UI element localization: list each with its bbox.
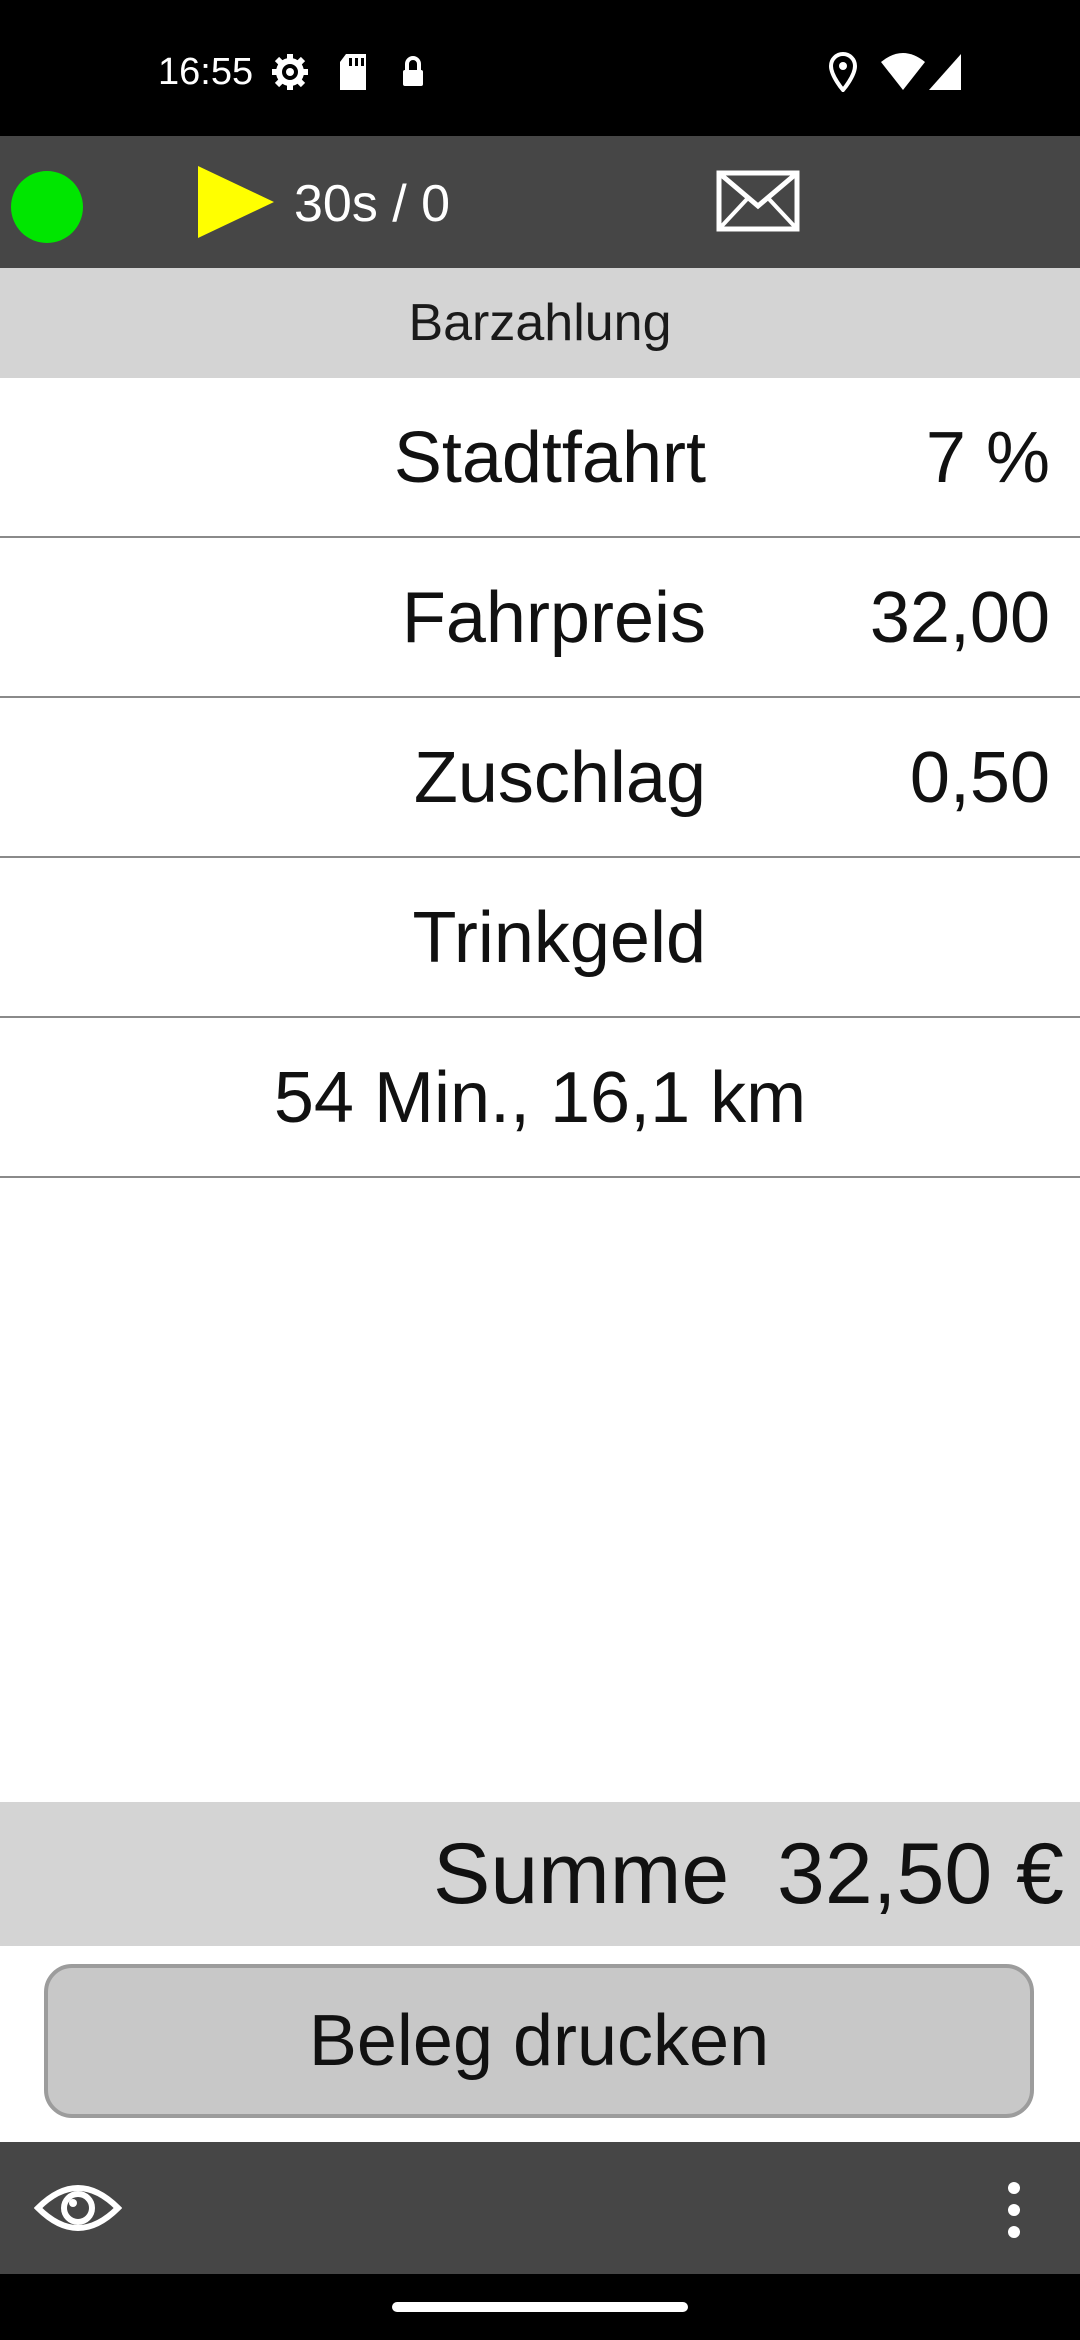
fare-row-zuschlag[interactable]: Zuschlag 0,50: [0, 698, 1080, 858]
home-indicator[interactable]: [392, 2302, 688, 2312]
location-icon: [828, 52, 858, 92]
row-label: Trinkgeld: [412, 898, 706, 978]
fare-row-stadtfahrt[interactable]: Stadtfahrt 7 %: [0, 378, 1080, 538]
status-dot-icon: [11, 171, 83, 243]
eye-icon[interactable]: [34, 2176, 122, 2240]
row-label: Stadtfahrt: [393, 418, 706, 498]
sd-card-icon: [340, 54, 366, 90]
trip-info: 54 Min., 16,1 km: [273, 1058, 807, 1138]
row-value: 32,00: [869, 578, 1050, 658]
row-label: Zuschlag: [413, 738, 706, 818]
navigation-bar: [0, 2274, 1080, 2340]
toolbar: 30s / 0: [0, 136, 1080, 268]
bottom-bar: [0, 2142, 1080, 2274]
timer-text: 30s / 0: [294, 175, 451, 233]
status-bar: 16:55: [0, 0, 1080, 136]
fare-row-fahrpreis[interactable]: Fahrpreis 32,00: [0, 538, 1080, 698]
wifi-icon: [881, 53, 925, 90]
total-bar: Summe 32,50 €: [0, 1802, 1080, 1946]
signal-icon: [929, 54, 961, 90]
payment-type-header: Barzahlung: [0, 268, 1080, 378]
more-vert-icon[interactable]: [996, 2182, 1032, 2238]
trip-info-row: 54 Min., 16,1 km: [0, 1018, 1080, 1178]
play-icon[interactable]: [198, 166, 274, 238]
row-label: Fahrpreis: [401, 578, 706, 658]
mail-icon[interactable]: [716, 170, 800, 232]
gear-icon: [272, 54, 308, 90]
row-value: 0,50: [909, 738, 1050, 818]
row-value: 7 %: [925, 418, 1050, 498]
fare-row-trinkgeld[interactable]: Trinkgeld: [0, 858, 1080, 1018]
status-time: 16:55: [158, 51, 254, 93]
lock-icon: [403, 56, 423, 86]
total-amount: Summe 32,50 €: [432, 1826, 1064, 1922]
print-receipt-button[interactable]: Beleg drucken: [44, 1964, 1034, 2118]
